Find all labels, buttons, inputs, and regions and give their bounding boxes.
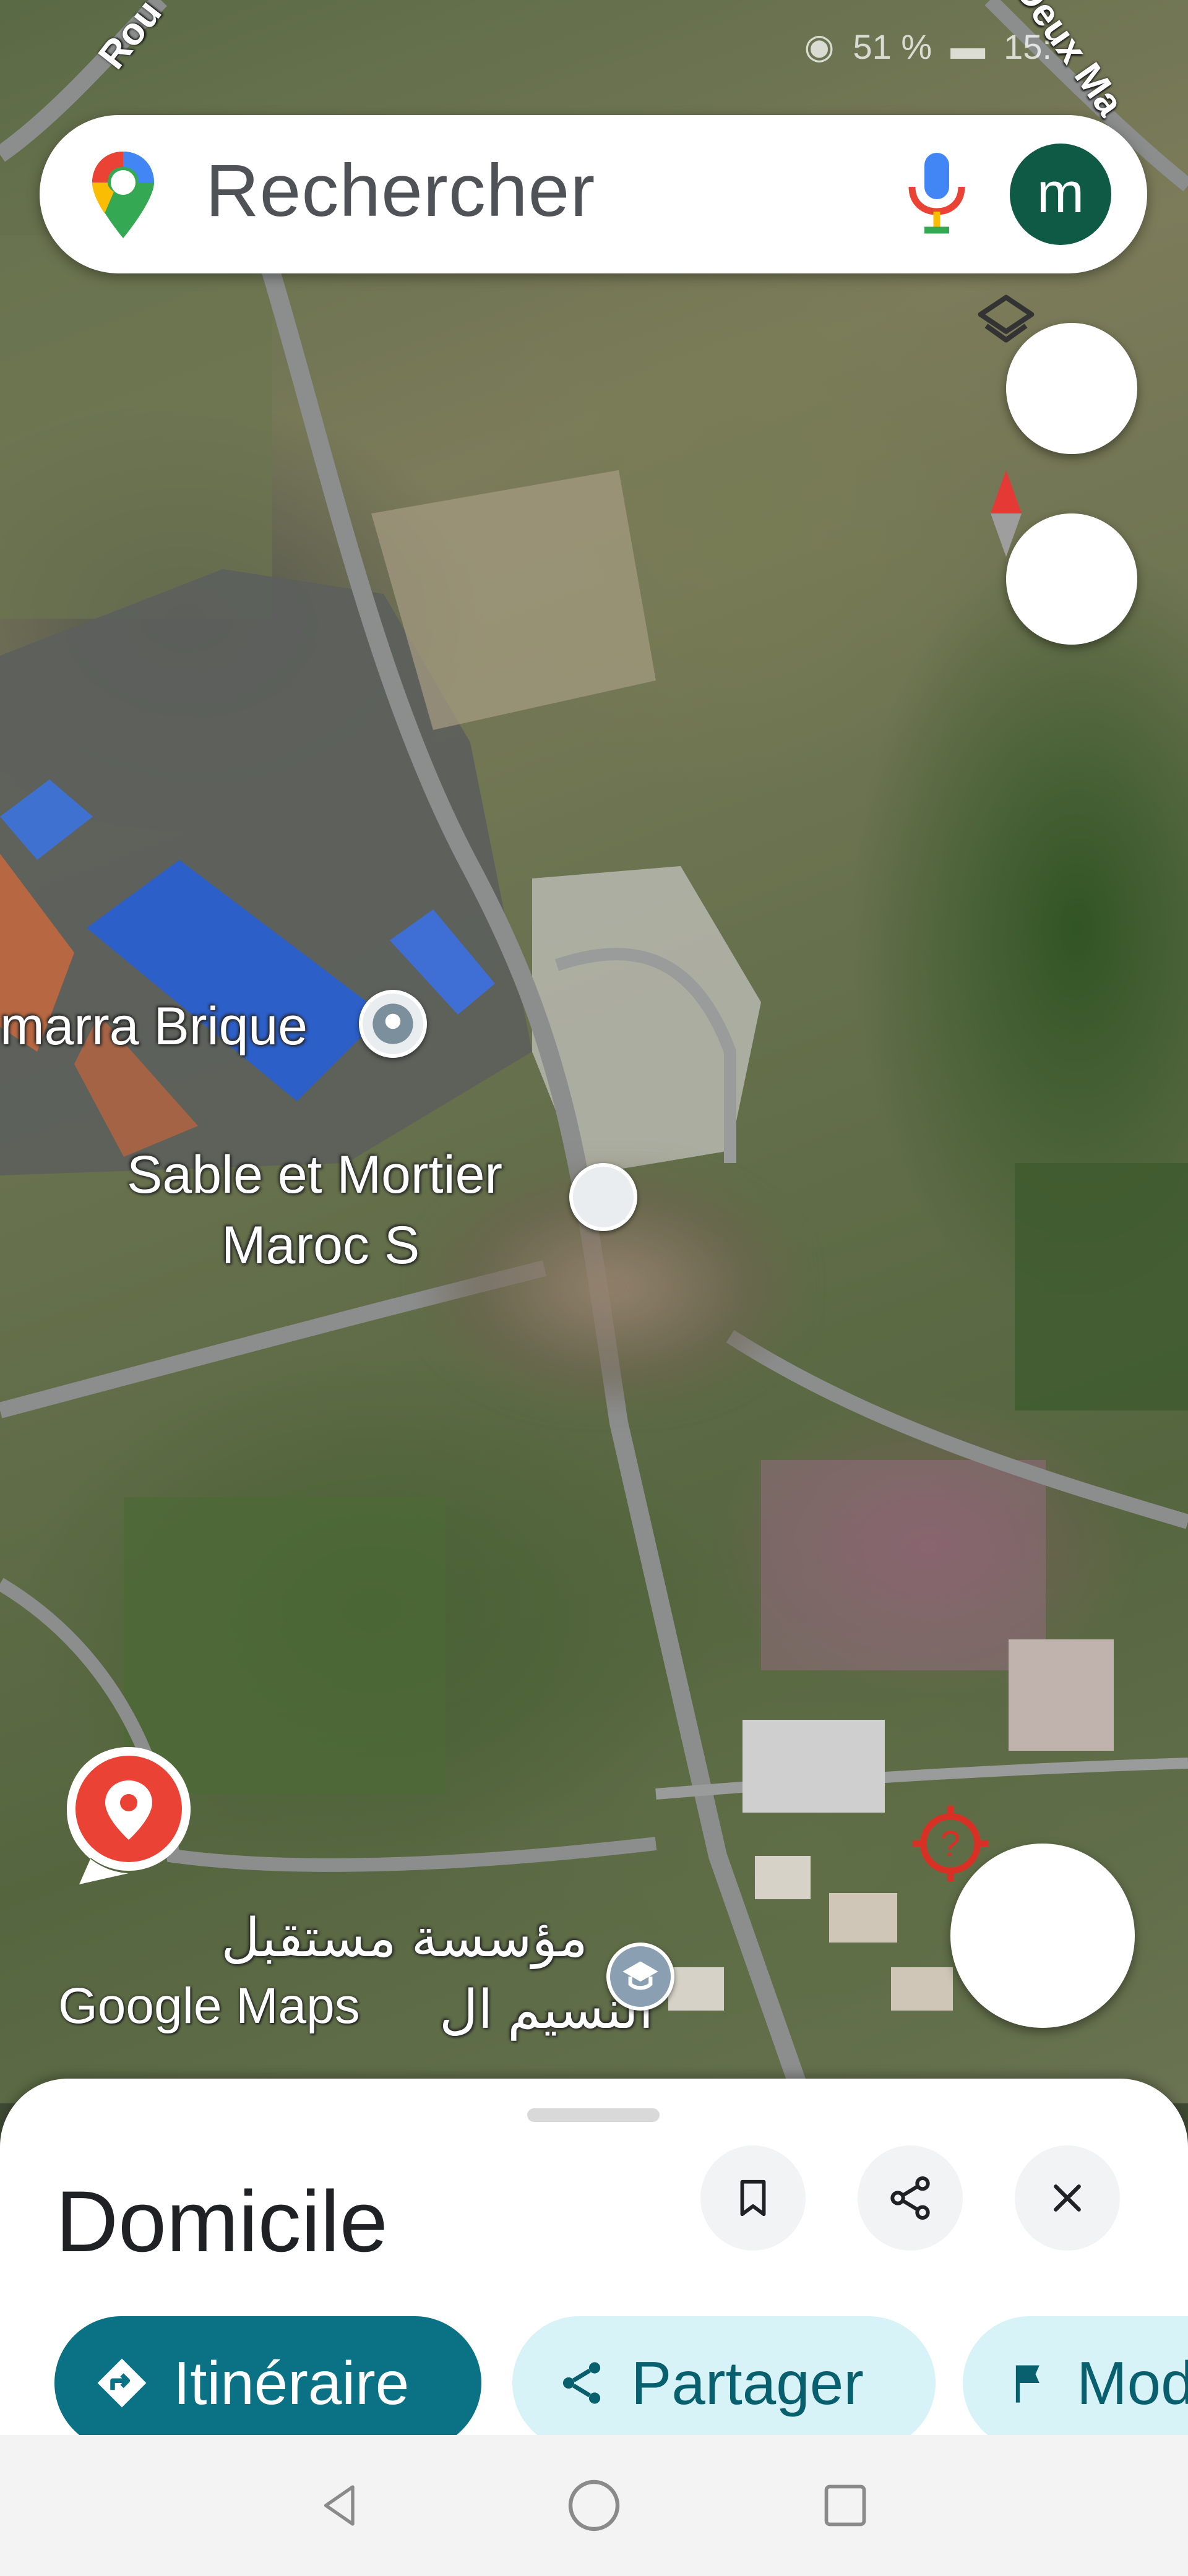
share-icon: [562, 2362, 601, 2404]
place-pin-icon[interactable]: [569, 1163, 637, 1231]
place-bottom-sheet[interactable]: Domicile Itinéraire Partager Mod: [0, 2079, 1188, 2435]
maps-pin-logo-icon: [89, 148, 157, 244]
edit-label: Mod: [1077, 2348, 1188, 2417]
account-avatar[interactable]: m: [1010, 144, 1111, 245]
compass-button[interactable]: [991, 470, 1137, 645]
close-icon: [1054, 2184, 1081, 2212]
bookmark-icon: [740, 2179, 766, 2217]
save-button[interactable]: [700, 2145, 806, 2251]
edit-button[interactable]: Mod: [963, 2316, 1188, 2435]
directions-label: Itinéraire: [173, 2348, 410, 2417]
flag-icon: [1015, 2365, 1040, 2403]
place-label-sable-line2[interactable]: Maroc S: [222, 1219, 420, 1272]
microphone-icon[interactable]: [903, 150, 971, 239]
system-navigation-bar: [0, 2435, 1188, 2576]
share-button[interactable]: Partager: [512, 2316, 936, 2435]
directions-button[interactable]: Itinéraire: [54, 2316, 481, 2435]
share-icon-button[interactable]: [858, 2145, 963, 2251]
google-maps-logo: Google Maps: [58, 1978, 360, 2034]
close-button[interactable]: [1015, 2145, 1120, 2251]
home-icon[interactable]: [564, 2476, 624, 2535]
school-pin-icon[interactable]: [606, 1943, 674, 2011]
share-label: Partager: [631, 2348, 864, 2417]
svg-text:?: ?: [940, 1824, 960, 1864]
compass-icon: [991, 470, 1022, 557]
place-label-brique[interactable]: marra Brique: [0, 1000, 308, 1053]
battery-text: 51 %: [853, 27, 932, 66]
status-bar: ◉ 51 % ▬ 15:: [0, 0, 1188, 93]
recents-icon[interactable]: [819, 2479, 872, 2532]
back-icon[interactable]: [316, 2478, 365, 2533]
directions-icon: [97, 2358, 147, 2408]
satellite-map[interactable]: ◉ 51 % ▬ 15: Rou Deux Ma marra Brique Sa…: [0, 0, 1188, 2103]
my-location-button[interactable]: ?: [912, 1805, 1135, 2028]
place-pin-icon[interactable]: [359, 990, 427, 1058]
place-label-sable-line1[interactable]: Sable et Mortier: [127, 1148, 502, 1201]
battery-icon: ▬: [950, 27, 986, 66]
share-icon: [890, 2176, 930, 2220]
school-label-line1[interactable]: مؤسسة مستقبل: [221, 1912, 588, 1965]
layers-button[interactable]: [978, 294, 1137, 454]
search-bar[interactable]: Rechercher m: [40, 115, 1147, 273]
layers-icon: [978, 294, 1035, 343]
location-unknown-icon: ?: [912, 1805, 989, 1882]
search-input[interactable]: Rechercher: [205, 153, 595, 228]
drag-handle[interactable]: [527, 2108, 660, 2122]
place-title: Domicile: [56, 2173, 388, 2270]
eye-icon: ◉: [804, 27, 835, 66]
